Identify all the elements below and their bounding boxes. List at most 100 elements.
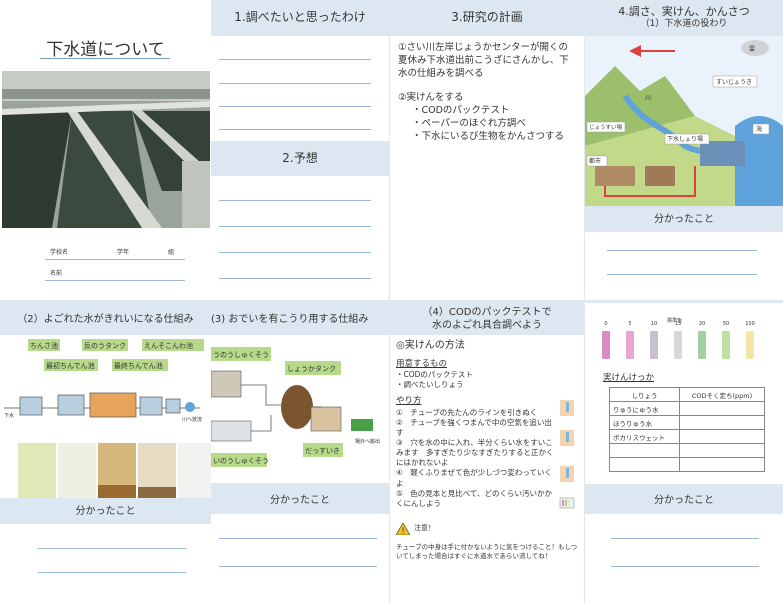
treatment-tank-photo	[2, 71, 210, 228]
label-sewage-inflow: 下水	[4, 412, 14, 419]
step-2: ② チューブを強くつまんで中の空気を追い出す	[396, 417, 552, 437]
panel7-heading-1: （4）CODのパックテストで	[422, 307, 552, 318]
panel4-subheading: （1）下水道の役わり	[640, 19, 728, 30]
cover-title-underline	[40, 58, 170, 59]
label-disinfection: えんそこんわ池	[144, 341, 193, 350]
swatch-tube	[746, 331, 754, 359]
sample-cell: ほうりゅう水	[609, 415, 680, 430]
plan-bullet: ・ペーパーのほぐれ方調べ	[412, 118, 526, 130]
plan-item-1: ①さい川左岸じょうかセンターが開くの夏休み下水道出前こうざにさんかし、下水の仕組…	[398, 42, 569, 79]
diagram-label-vapor: すいじょうき	[716, 79, 752, 86]
col-sample: しりょう	[609, 387, 680, 402]
col-cod: CODそく定ち(ppm)	[679, 387, 765, 402]
swatch-value: 5	[628, 321, 632, 327]
sample-cell	[609, 457, 680, 472]
label-thickener-2: いのうしゅくそう	[213, 457, 269, 465]
cod-cell[interactable]	[679, 457, 765, 472]
cover-panel: 下水道について 学校名 学年 組 名前	[0, 0, 211, 300]
cover-school-label: 学校名	[50, 249, 69, 256]
caution-label: 注意！	[414, 524, 435, 533]
step-3: ③ 穴を水の中に入れ、半分くらい水をすいこみます 多すぎたり少なすぎたりすると正…	[396, 438, 554, 468]
table-row: りゅうにゅう水	[609, 401, 765, 416]
label-dehydrator: だっすいき	[305, 447, 340, 455]
diagram-label-cloud: 雲	[749, 46, 755, 53]
color-swatch: 50	[719, 321, 733, 365]
swatch-tube	[602, 331, 610, 359]
swatch-tube	[722, 331, 730, 359]
panel8-found: 分かったこと	[585, 486, 783, 514]
prep-item: ・CODのパックテスト	[396, 369, 473, 379]
table-row	[609, 457, 765, 472]
cod-cell[interactable]	[679, 443, 765, 458]
swatch-tube	[674, 331, 682, 359]
swatch-tube	[650, 331, 658, 359]
panel7-body: ◎実けんの方法 用意するもの ・CODのパックテスト ・調べたいしりょう やり方…	[390, 335, 584, 603]
sludge-process-diagram: うのうしゅくそう しょうかタンク いのうしゅくそう だっすいき 場外へ搬出	[210, 347, 380, 467]
swatch-value: 100	[745, 321, 755, 327]
panel5-heading: （2）よごれた水がきれいになる仕組み	[0, 303, 211, 335]
panel7-heading-band: （4）CODのパックテストで 水のよごれ具合調べよう	[390, 303, 584, 335]
cover-name-line	[45, 280, 185, 281]
label-digester: しょうかタンク	[287, 364, 336, 373]
color-swatch: 10	[647, 321, 661, 365]
panel7-heading-2: 水のよごれ具合調べよう	[432, 320, 542, 331]
table-row	[609, 443, 765, 458]
cod-cell[interactable]	[679, 429, 765, 444]
swatch-value: 50	[722, 321, 730, 327]
panel2-body	[211, 176, 389, 300]
panel6-found: 分かったこと	[211, 486, 389, 514]
panel5-diagram-area: ちんさ池 反のうタンク えんそこんわ池 最初ちんでん池 最終ちんでん池 下水 川…	[0, 335, 211, 498]
panel4-found-body	[585, 232, 783, 300]
step-5: ⑤ 色の見本と見比べて、どのくらい汚いかかくにんしよう	[396, 488, 553, 508]
panel4-found: 分かったこと	[585, 206, 783, 232]
swatch-value: 10	[650, 321, 658, 327]
swatch-tube	[698, 331, 706, 359]
label-primary-settling: 最初ちんでん池	[46, 361, 95, 370]
color-swatch: 13	[671, 321, 685, 365]
prep-item: ・調べたいしりょう	[396, 380, 464, 390]
panel3-heading: 3.研究の計画	[390, 0, 584, 36]
water-sample-beakers	[18, 443, 211, 498]
panel3-body: ①さい川左岸じょうかセンターが開くの夏休み下水道出前こうざにさんかし、下水の仕組…	[390, 36, 584, 300]
method-title: ◎実けんの方法	[396, 340, 465, 351]
water-cycle-diagram: 雲 すいじょうき 川 じょうすい場 下水しょり場 都市 海	[585, 36, 783, 206]
panel6-heading: (3) おでいを有こうり用する仕組み	[211, 303, 389, 335]
color-swatch: 20	[695, 321, 709, 365]
cod-cell[interactable]	[679, 415, 765, 430]
panel5-found: 分かったこと	[0, 498, 211, 524]
panel8-found-body	[585, 514, 783, 603]
label-carry-out: 場外へ搬出	[355, 438, 380, 445]
panel4-heading: 4.調さ、実けん、かんさつ	[618, 5, 750, 18]
panel8-body: 標準色 0 5 10 13 20 50 100 実けんけっか しりょう CODそく定ち(pp…	[585, 303, 783, 484]
color-scale: 0 5 10 13 20 50 100	[599, 321, 769, 365]
sample-cell: りゅうにゅう水	[609, 401, 680, 416]
cover-class-label: 組	[168, 249, 175, 256]
panel6-diagram-area: うのうしゅくそう しょうかタンク いのうしゅくそう だっすいき 場外へ搬出	[210, 335, 389, 483]
cod-cell[interactable]	[679, 401, 765, 416]
step-4: ④ 軽くふりまぜて色が少しづつ変わっていくよ	[396, 468, 552, 488]
warning-icon: !	[396, 522, 410, 535]
caution-text: チューブの中身は手に付かないように気をつけること！もしついてしまった場合はすぐに…	[396, 542, 578, 560]
table-row: ほうりゅう水	[609, 415, 765, 430]
cover-school-line	[45, 259, 185, 260]
swatch-value: 20	[698, 321, 706, 327]
result-title: 実けんけっか	[603, 373, 655, 383]
color-swatch: 0	[599, 321, 613, 365]
label-thickener-1: うのうしゅくそう	[213, 351, 269, 359]
diagram-label-sea: 海	[756, 125, 762, 133]
panel4-diagram-area: 雲 すいじょうき 川 じょうすい場 下水しょり場 都市 海	[585, 36, 783, 206]
svg-text:!: !	[402, 526, 405, 535]
sewage-process-diagram: ちんさ池 反のうタンク えんそこんわ池 最初ちんでん池 最終ちんでん池 下水 川…	[4, 339, 211, 498]
step-pictograms	[559, 400, 575, 509]
panel4-heading-band: 4.調さ、実けん、かんさつ （1）下水道の役わり	[585, 0, 783, 36]
label-reaction-tank: 反のうタンク	[84, 341, 126, 350]
diagram-label-city: 都市	[589, 157, 601, 165]
table-row: ポカリスウェット	[609, 429, 765, 444]
sample-cell	[609, 443, 680, 458]
step-1: ① チューブの先たんのラインを引きぬく	[396, 407, 538, 417]
panel1-body	[211, 36, 389, 141]
plan-bullet: ・下水にいるび生物をかんさつする	[412, 130, 565, 142]
color-swatch: 100	[743, 321, 757, 365]
prep-title: 用意するもの	[396, 358, 448, 369]
cover-grade-label: 学年	[117, 249, 130, 256]
